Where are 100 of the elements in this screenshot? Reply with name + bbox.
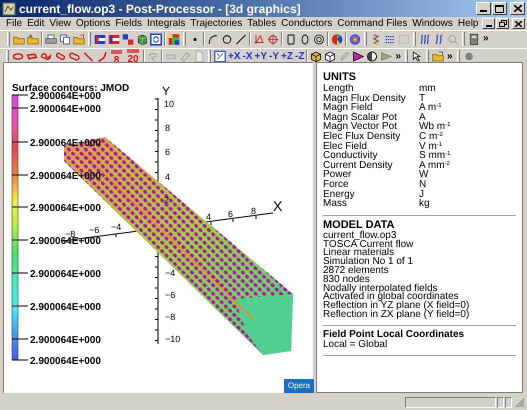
unit-quantity: Magn Field <box>323 103 372 113</box>
document-icon[interactable] <box>193 50 205 63</box>
record-icon[interactable] <box>462 50 475 63</box>
minimize-button[interactable] <box>476 2 491 15</box>
menu-item[interactable]: Fields <box>115 18 142 29</box>
grid-icon[interactable] <box>214 50 226 63</box>
unit-value: kg <box>419 199 431 209</box>
calculator-icon[interactable] <box>468 32 480 46</box>
legend-value: 2.900064E+000 <box>30 203 101 214</box>
curve-icon[interactable] <box>96 50 108 63</box>
legend-value: 2.900064E+000 <box>30 269 101 280</box>
open-folder-icon[interactable] <box>27 32 39 46</box>
unit-quantity: Energy <box>323 190 356 200</box>
unit-value: Wb m$^{-1}$ <box>419 122 452 132</box>
arc-icon[interactable] <box>207 32 219 46</box>
tick-label: 4 <box>165 172 170 182</box>
axis-label: X <box>273 198 282 214</box>
close-button[interactable] <box>512 18 525 29</box>
unit-quantity: Elec Field <box>323 142 367 152</box>
close-icon <box>515 20 522 26</box>
menu-item[interactable]: Help <box>458 18 478 29</box>
close-button[interactable] <box>510 2 525 15</box>
eraser-icon[interactable] <box>179 50 191 63</box>
menu-item[interactable]: Conductors <box>281 18 332 29</box>
view-axis-button[interactable]: +Z <box>281 50 293 64</box>
color-wheel-icon[interactable] <box>331 32 343 46</box>
tick-label: −8 <box>165 312 176 322</box>
view-axis-button[interactable]: +Y <box>254 50 268 64</box>
unit-value: mm <box>419 84 437 94</box>
coil-icon[interactable] <box>433 32 445 46</box>
more-tools-button[interactable]: » <box>483 32 489 46</box>
spring-icon[interactable] <box>370 32 382 46</box>
maximize-button[interactable] <box>492 2 507 15</box>
menu-item[interactable]: View <box>49 18 71 29</box>
cube-icon[interactable] <box>136 32 148 46</box>
cursor-icon[interactable] <box>411 50 423 63</box>
minimize-button[interactable] <box>482 18 495 29</box>
view-axis-button[interactable]: -Z <box>294 50 304 64</box>
unit-value: A mm$^{-2}$ <box>419 160 451 170</box>
app-icon <box>2 2 16 16</box>
menu-item[interactable]: Edit <box>27 18 44 29</box>
target-icon[interactable] <box>349 32 361 46</box>
tilted-ring-icon[interactable] <box>54 50 66 63</box>
crosshair-icon[interactable] <box>267 32 279 46</box>
rectangle-icon[interactable] <box>285 32 297 46</box>
tick-label: −4 <box>111 222 122 232</box>
maximize-icon <box>495 4 504 12</box>
loop-icon[interactable] <box>40 50 52 63</box>
half-circle-icon[interactable] <box>366 50 378 63</box>
restore-button[interactable] <box>496 18 509 29</box>
color-map-icon[interactable] <box>168 32 180 46</box>
folder-icon[interactable] <box>73 32 85 46</box>
model-info-line: current_flow.op3 <box>323 232 396 241</box>
model-info-line: Reflection in ZX plane (Y field=0) <box>323 310 470 320</box>
refresh-icon[interactable] <box>150 32 162 46</box>
resize-grip-icon[interactable] <box>515 398 525 408</box>
model-info-line: Simulation No 1 of 1 <box>323 258 414 267</box>
more-tools-button[interactable]: » <box>395 50 401 64</box>
unit-value: T <box>419 94 426 104</box>
axis-label: Y <box>162 84 170 98</box>
tick-label: −6 <box>89 225 100 235</box>
circle-icon[interactable] <box>221 32 233 46</box>
copy-icon[interactable] <box>59 32 71 46</box>
coil-icon[interactable] <box>419 32 431 46</box>
double-circle-icon[interactable] <box>313 32 325 46</box>
opera-badge[interactable]: Opera <box>284 379 314 393</box>
unit-quantity: Magn Flux Density <box>323 94 407 104</box>
menu-item[interactable]: Options <box>76 18 110 29</box>
minimize-icon <box>480 10 487 12</box>
menu-item[interactable]: Tables <box>247 18 276 29</box>
ellipse-icon[interactable] <box>299 32 311 46</box>
menu-item[interactable]: Command Files <box>337 18 408 29</box>
more-tools-button[interactable]: » <box>447 50 453 64</box>
menu-item[interactable]: Trajectories <box>190 18 242 29</box>
menu-item[interactable]: File <box>6 18 22 29</box>
view-axis-button[interactable]: -X <box>242 50 253 64</box>
legend-value: 2.900064E+000 <box>30 356 101 367</box>
menu-item[interactable]: Windows <box>412 18 453 29</box>
unit-quantity: Length <box>323 84 354 94</box>
unit-quantity: Force <box>323 180 350 190</box>
model-info-line: Reflection in YZ plane (X field=0) <box>323 302 470 311</box>
view-axis-button[interactable]: -Y <box>269 50 280 64</box>
printer-icon[interactable] <box>45 32 57 46</box>
line-icon[interactable] <box>235 32 247 46</box>
wireframe-box-icon[interactable] <box>324 50 336 63</box>
open-folder-icon[interactable] <box>432 50 444 63</box>
play-icon[interactable] <box>352 50 364 63</box>
menu-item[interactable]: Integrals <box>147 18 186 29</box>
axes-icon[interactable] <box>253 32 265 46</box>
unit-quantity: Magn Scalar Pot <box>323 112 398 122</box>
view-axis-button[interactable]: +X <box>228 50 241 64</box>
unit-value: N <box>419 180 428 190</box>
tick-label: 8 <box>165 123 170 133</box>
pill-icon[interactable] <box>68 50 80 63</box>
unit-value: C m$^{-2}$ <box>419 132 444 142</box>
solid-box-icon[interactable] <box>310 50 322 63</box>
close-icon <box>514 5 522 12</box>
tick-label: 10 <box>164 99 174 109</box>
legend-value: 2.900064E+000 <box>30 335 101 346</box>
lasso-icon[interactable] <box>147 50 159 63</box>
